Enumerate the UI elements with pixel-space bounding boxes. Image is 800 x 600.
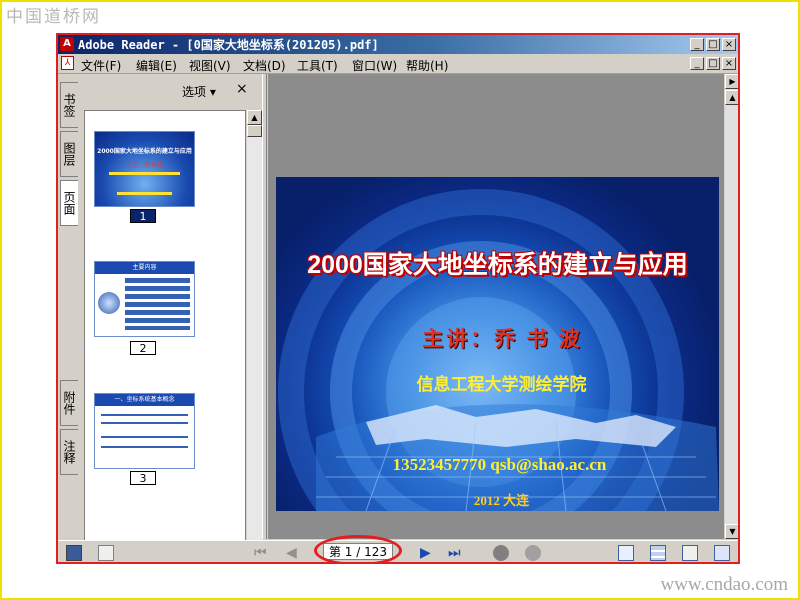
menu-help[interactable]: 帮助(H)	[406, 57, 448, 74]
doc-close-button[interactable]: ×	[722, 57, 736, 70]
document-view[interactable]: 2000国家大地坐标系的建立与应用 主讲：乔 书 波 信息工程大学测绘学院 13…	[268, 74, 724, 539]
scroll-thumb[interactable]	[247, 125, 262, 137]
thumbnail-number-1: 1	[130, 209, 156, 223]
continuous-icon[interactable]	[650, 545, 666, 561]
next-view-icon[interactable]	[525, 545, 541, 561]
thumbnail-globe	[98, 292, 120, 314]
panel-close-button[interactable]: ×	[236, 81, 248, 97]
menu-bar: ⅄ 文件(F) 编辑(E) 视图(V) 文档(D) 工具(T) 窗口(W) 帮助…	[58, 54, 738, 74]
navigation-tabs: 书签 图层 页面 附件 注释	[58, 74, 82, 539]
watermark-bottom: www.cndao.com	[660, 574, 788, 595]
thumbnail-number-2: 2	[130, 341, 156, 355]
thumbnail-page-3[interactable]: 一、坐标系统基本概念	[94, 393, 195, 469]
tab-pages[interactable]: 页面	[60, 180, 78, 226]
doc-restore-button[interactable]: □	[706, 57, 720, 70]
highlight-oval	[314, 535, 402, 562]
first-page-button[interactable]: ⏮	[254, 545, 267, 561]
doc-minimize-button[interactable]: _	[690, 57, 704, 70]
tab-comments[interactable]: 注释	[60, 429, 78, 475]
single-page-icon[interactable]	[618, 545, 634, 561]
doc-scroll-up-arrow[interactable]: ▲	[725, 90, 738, 105]
previous-page-button[interactable]: ◀	[286, 545, 297, 561]
panel-splitter[interactable]	[262, 74, 267, 539]
thumbnail-title: 主要内容	[95, 262, 194, 274]
document-scrollbar[interactable]: ▶ ▲ ▼	[725, 74, 738, 539]
thumbnail-page-2[interactable]: 主要内容	[94, 261, 195, 337]
thumbnail-subtitle: 主讲：乔书波	[126, 162, 163, 169]
watermark-top: 中国道桥网	[6, 7, 101, 27]
slide-institution: 信息工程大学测绘学院	[416, 375, 587, 395]
window-title: Adobe Reader - [0国家大地坐标系(201205).pdf]	[78, 38, 379, 52]
menu-edit[interactable]: 编辑(E)	[136, 57, 177, 74]
show-navigation-icon[interactable]	[66, 545, 82, 561]
thumbnail-list-lines	[125, 278, 190, 330]
close-button[interactable]: ×	[722, 38, 736, 51]
menu-window[interactable]: 窗口(W)	[352, 57, 397, 74]
status-bar: ⏮ ◀ 第 1 / 123 页 ▶ ⏭	[58, 535, 738, 562]
thumbnail-text-lines	[101, 414, 188, 416]
thumbnail-line	[109, 172, 180, 175]
doc-scroll-right-arrow[interactable]: ▶	[725, 74, 738, 89]
thumbnail-title: 一、坐标系统基本概念	[95, 394, 194, 406]
pdf-document-icon[interactable]: ⅄	[61, 56, 74, 70]
tab-attachments[interactable]: 附件	[60, 380, 78, 426]
continuous-facing-icon[interactable]	[714, 545, 730, 561]
doc-scroll-down-arrow[interactable]: ▼	[725, 524, 738, 539]
title-bar: A Adobe Reader - [0国家大地坐标系(201205).pdf] …	[58, 35, 738, 54]
thumbnail-line	[117, 192, 172, 195]
scroll-up-arrow[interactable]: ▲	[247, 110, 262, 125]
thumbnail-scrollbar[interactable]: ▲ ▼	[247, 110, 262, 562]
thumbnail-page-1[interactable]: 2000国家大地坐标系的建立与应用 主讲：乔书波	[94, 131, 195, 207]
slide-title: 2000国家大地坐标系的建立与应用	[307, 251, 688, 279]
slide-year: 2012 大连	[473, 493, 530, 508]
next-page-button[interactable]: ▶	[420, 545, 431, 561]
menu-view[interactable]: 视图(V)	[189, 57, 231, 74]
thumbnail-title: 2000国家大地坐标系的建立与应用	[97, 148, 192, 155]
reader-window: A Adobe Reader - [0国家大地坐标系(201205).pdf] …	[56, 33, 740, 564]
thumbnail-list[interactable]: 2000国家大地坐标系的建立与应用 主讲：乔书波 1 主要内容 2 一、坐标系统…	[84, 110, 246, 562]
tab-layers[interactable]: 图层	[60, 131, 78, 177]
menu-tools[interactable]: 工具(T)	[297, 57, 338, 74]
slide-speaker: 主讲：乔 书 波	[422, 327, 583, 351]
menu-file[interactable]: 文件(F)	[81, 57, 121, 74]
slide-contact: 13523457770 qsb@shao.ac.cn	[392, 455, 607, 474]
menu-document[interactable]: 文档(D)	[243, 57, 286, 74]
previous-view-icon[interactable]	[493, 545, 509, 561]
minimize-button[interactable]: _	[690, 38, 704, 51]
thumbnail-number-3: 3	[130, 471, 156, 485]
maximize-button[interactable]: □	[706, 38, 720, 51]
adobe-reader-icon: A	[60, 37, 74, 51]
last-page-button[interactable]: ⏭	[448, 545, 461, 561]
facing-icon[interactable]	[682, 545, 698, 561]
hide-panel-icon[interactable]	[98, 545, 114, 561]
pages-panel: 选项 ▾ × 2000国家大地坐标系的建立与应用 主讲：乔书波 1 主要内容 2…	[81, 74, 262, 562]
slide-page: 2000国家大地坐标系的建立与应用 主讲：乔 书 波 信息工程大学测绘学院 13…	[276, 177, 719, 511]
tab-bookmarks[interactable]: 书签	[60, 82, 78, 128]
panel-options-menu[interactable]: 选项 ▾	[182, 83, 216, 100]
